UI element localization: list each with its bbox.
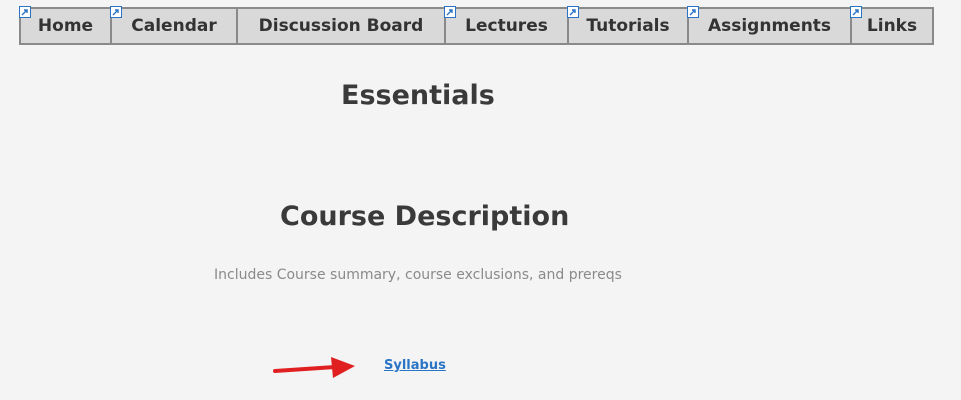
nav-item-assignments[interactable]: Assignments	[687, 6, 852, 43]
nav-item-label: Lectures	[465, 16, 548, 36]
nav-item-home[interactable]: Home	[19, 6, 112, 43]
nav-item-lectures[interactable]: Lectures	[444, 6, 569, 43]
nav-item-discussion-board[interactable]: Discussion Board	[238, 9, 446, 43]
essentials-heading: Essentials	[341, 80, 495, 111]
top-navigation-bar: Home Calendar Discussion Board Lectures …	[19, 6, 934, 45]
external-link-icon	[110, 6, 122, 18]
nav-item-calendar[interactable]: Calendar	[110, 6, 238, 43]
nav-item-label: Calendar	[131, 16, 217, 36]
nav-item-label: Assignments	[707, 16, 832, 36]
nav-item-label: Links	[866, 16, 918, 36]
external-link-icon	[850, 6, 862, 18]
nav-item-label: Home	[37, 16, 94, 36]
nav-item-links[interactable]: Links	[850, 6, 932, 43]
syllabus-link[interactable]: Syllabus	[384, 358, 446, 373]
external-link-icon	[19, 6, 31, 18]
external-link-icon	[567, 6, 579, 18]
external-link-icon	[687, 6, 699, 18]
course-description-text: Includes Course summary, course exclusio…	[214, 267, 622, 283]
external-link-icon	[444, 6, 456, 18]
nav-item-label: Tutorials	[586, 16, 670, 36]
nav-item-label: Discussion Board	[258, 16, 424, 36]
red-arrow-annotation	[273, 357, 355, 378]
course-description-heading: Course Description	[280, 201, 570, 232]
nav-item-tutorials[interactable]: Tutorials	[567, 6, 689, 43]
